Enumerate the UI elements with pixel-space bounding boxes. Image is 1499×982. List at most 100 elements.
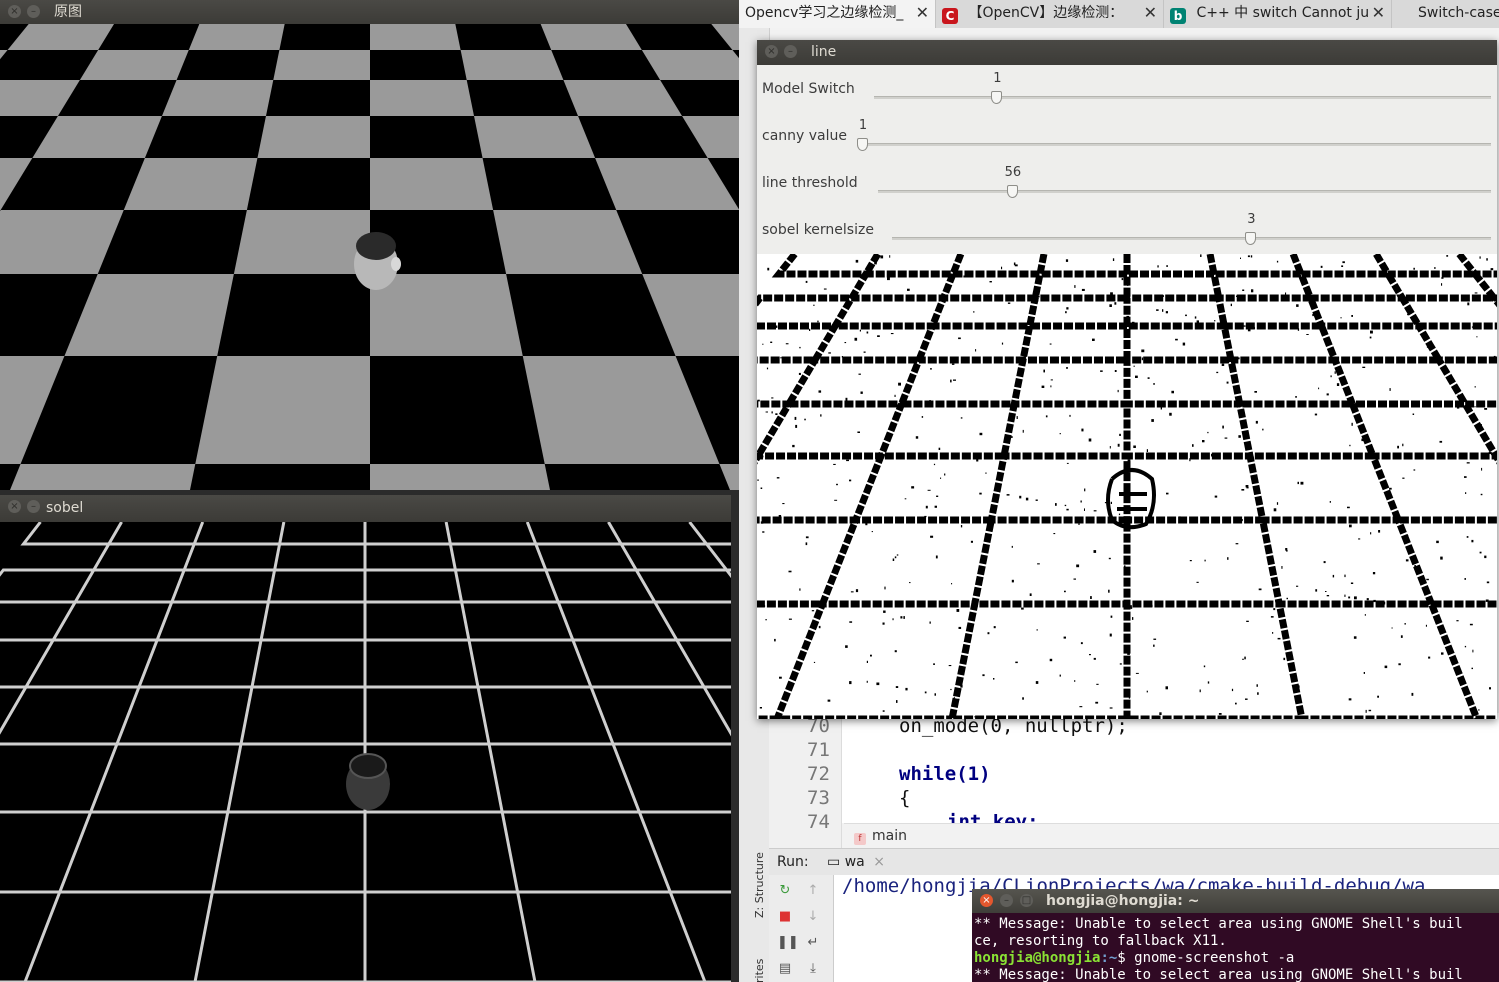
noise-speck — [1014, 264, 1018, 267]
line-number: 72 — [807, 763, 830, 785]
close-icon[interactable]: ✕ — [1144, 0, 1157, 26]
trackbar-line-threshold[interactable]: line threshold 56 — [757, 159, 1497, 206]
line-number: 73 — [807, 787, 830, 809]
trackbar-thumb[interactable] — [991, 91, 1003, 104]
noise-speck — [1207, 431, 1209, 434]
stop-icon[interactable]: ■ — [777, 909, 793, 925]
structure-tool-label[interactable]: Z: Structure — [753, 852, 766, 918]
favorites-tool-label[interactable]: rites — [753, 959, 766, 982]
minimize-icon[interactable]: – — [27, 500, 40, 513]
close-icon[interactable]: ✕ — [1372, 0, 1385, 26]
noise-speck — [1361, 438, 1364, 442]
noise-speck — [1362, 366, 1366, 368]
noise-speck — [1218, 713, 1222, 715]
noise-speck — [1484, 408, 1488, 410]
noise-speck — [1314, 413, 1318, 416]
noise-speck — [866, 680, 868, 683]
trackbar-model-switch[interactable]: Model Switch 1 — [757, 65, 1497, 112]
noise-speck — [1221, 363, 1225, 366]
minimize-icon[interactable]: – — [784, 45, 797, 58]
close-icon[interactable]: × — [873, 854, 885, 870]
run-config-tab[interactable]: wa — [845, 854, 865, 870]
noise-speck — [1127, 653, 1130, 655]
noise-speck — [1306, 334, 1309, 335]
up-arrow-icon[interactable]: ↑ — [805, 883, 821, 899]
window-titlebar[interactable]: × – □ hongjia@hongjia: ~ — [972, 889, 1499, 913]
noise-speck — [785, 343, 789, 345]
window-titlebar[interactable]: × – 原图 — [0, 0, 739, 24]
close-icon[interactable]: × — [8, 500, 21, 513]
soft-wrap-icon[interactable]: ↵ — [805, 935, 821, 951]
trackbar-canny-value[interactable]: canny value 1 — [757, 112, 1497, 159]
close-icon[interactable]: × — [765, 45, 778, 58]
function-icon: f — [854, 833, 866, 845]
down-arrow-icon[interactable]: ↓ — [805, 909, 821, 925]
noise-speck — [1084, 488, 1086, 492]
window-titlebar[interactable]: × – line — [757, 40, 1497, 65]
trackbar-track[interactable] — [878, 190, 1491, 193]
noise-speck — [849, 479, 852, 482]
tab-switch-case[interactable]: Switch-case — [1392, 0, 1499, 28]
tab-opencv-edge[interactable]: C 【OpenCV】边缘检测： ✕ — [936, 0, 1164, 28]
noise-speck — [1053, 533, 1056, 535]
tab-opencv-edge-detection[interactable]: Opencv学习之边缘检测_ ✕ — [739, 0, 936, 28]
noise-speck — [1022, 429, 1024, 433]
trackbar-value: 1 — [993, 71, 1002, 86]
pause-icon[interactable]: ❚❚ — [777, 935, 799, 951]
trackbar-track[interactable] — [892, 237, 1491, 240]
terminal-line: ce, resorting to fallback X11. — [974, 933, 1227, 949]
noise-speck — [1189, 270, 1192, 274]
noise-speck — [936, 495, 939, 497]
noise-speck — [925, 505, 928, 509]
layout-icon[interactable]: ▤ — [777, 961, 793, 977]
window-titlebar[interactable]: × – sobel — [0, 495, 731, 522]
noise-speck — [805, 536, 809, 539]
noise-speck — [1378, 530, 1381, 533]
terminal-prompt-line[interactable]: hongjia@hongjia:~$ gnome-screenshot -a — [974, 950, 1294, 966]
noise-speck — [1372, 572, 1376, 575]
close-icon[interactable]: × — [980, 894, 993, 907]
trackbar-thumb[interactable] — [1245, 232, 1257, 245]
noise-speck — [1217, 294, 1220, 296]
checker-square — [176, 50, 280, 80]
close-icon[interactable]: × — [8, 5, 21, 18]
noise-speck — [1466, 536, 1469, 538]
trackbar-thumb[interactable] — [857, 138, 868, 151]
noise-speck — [956, 609, 960, 612]
noise-speck — [1119, 433, 1121, 436]
noise-speck — [1296, 304, 1299, 307]
maximize-icon[interactable]: □ — [1020, 894, 1033, 907]
noise-speck — [759, 707, 762, 709]
noise-speck — [960, 525, 963, 528]
noise-speck — [1363, 672, 1365, 674]
noise-speck — [1370, 330, 1373, 334]
checker-square — [544, 464, 730, 490]
noise-speck — [1236, 357, 1240, 360]
trackbar-thumb[interactable] — [1006, 185, 1018, 198]
rerun-icon[interactable]: ↻ — [777, 883, 793, 899]
noise-speck — [1196, 320, 1199, 323]
minimize-icon[interactable]: – — [27, 5, 40, 18]
trackbar-track[interactable] — [874, 96, 1491, 99]
code-line[interactable]: { — [899, 787, 910, 809]
noise-speck — [1092, 338, 1095, 341]
noise-speck — [997, 472, 999, 474]
trackbar-sobel-kernelsize[interactable]: sobel kernelsize 3 — [757, 206, 1497, 253]
noise-speck — [982, 674, 985, 677]
noise-speck — [836, 483, 838, 486]
noise-speck — [1089, 654, 1091, 656]
noise-speck — [1112, 258, 1115, 261]
terminal-line: ** Message: Unable to select area using … — [974, 967, 1463, 982]
breadcrumb-item[interactable]: main — [872, 828, 907, 844]
scroll-to-end-icon[interactable]: ⤓ — [805, 961, 821, 977]
breadcrumb[interactable]: f main — [844, 823, 1499, 848]
minimize-icon[interactable]: – — [1000, 894, 1013, 907]
noise-speck — [993, 626, 996, 629]
code-line[interactable]: while(1) — [899, 763, 991, 785]
checker-square — [144, 116, 266, 158]
close-icon[interactable]: ✕ — [916, 0, 929, 26]
tab-cpp-switch[interactable]: b C++ 中 switch Cannot ju ✕ — [1164, 0, 1392, 28]
trackbar-track[interactable] — [863, 143, 1491, 146]
noise-speck — [757, 399, 760, 402]
noise-speck — [1323, 561, 1326, 564]
